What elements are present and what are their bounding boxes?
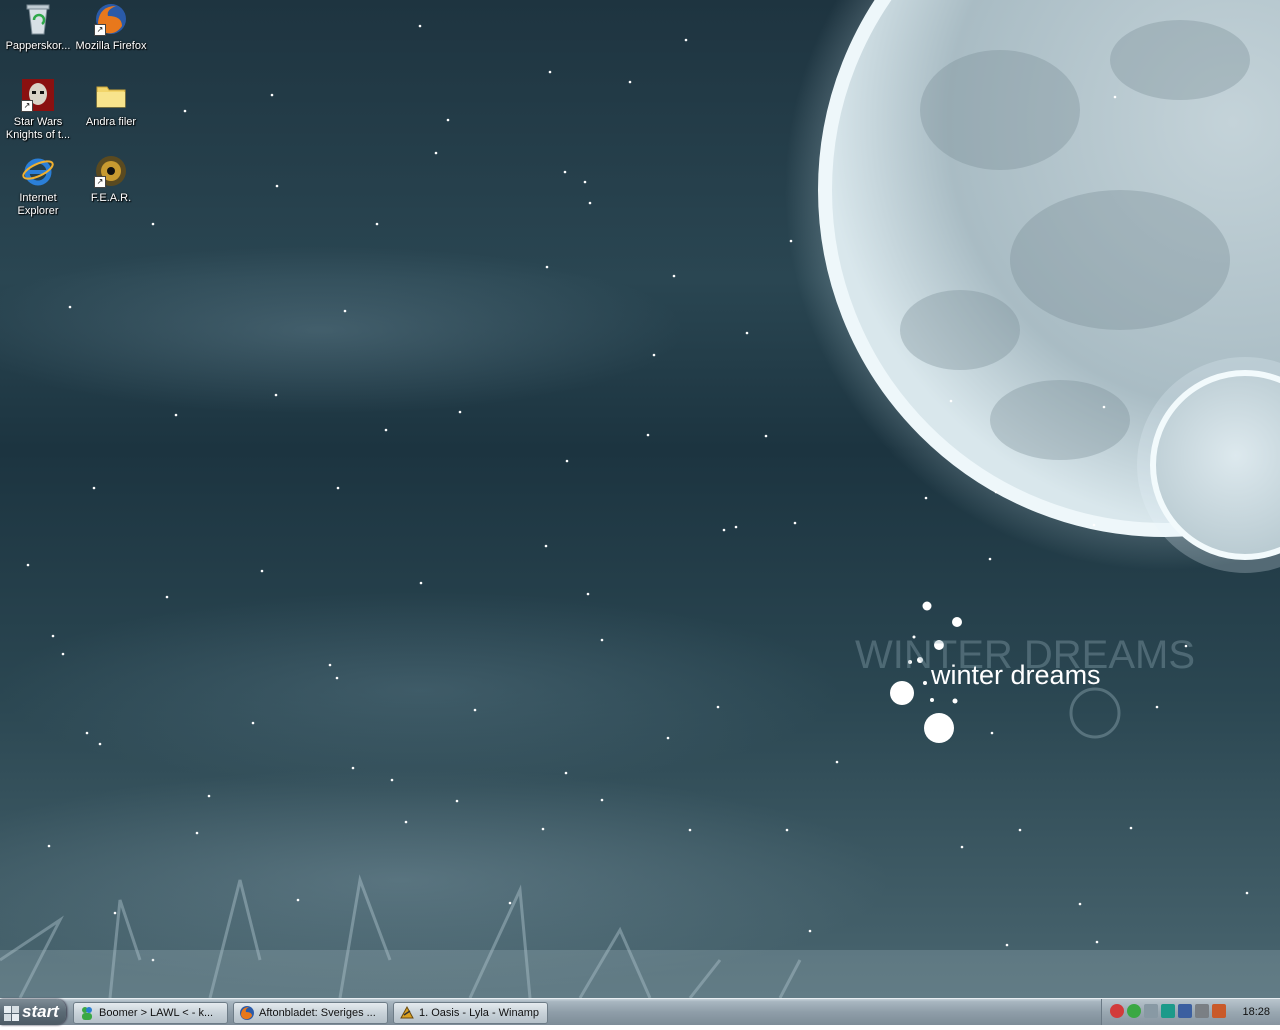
fear-game-icon: ↗: [94, 154, 128, 188]
firefox-icon: ↗: [94, 2, 128, 36]
antivirus-tray-icon[interactable]: [1110, 1004, 1124, 1018]
shortcut-arrow-icon: ↗: [21, 100, 33, 112]
folder-icon: [94, 78, 128, 112]
star-wars-game-icon: ↗: [21, 78, 55, 112]
desktop-icon-label: Andra filer: [85, 116, 137, 128]
firefox-icon: [239, 1005, 255, 1021]
msn-messenger-icon: [79, 1005, 95, 1021]
recycle-bin-icon: [21, 2, 55, 36]
taskbar: start Boomer > LAWL < - k... Aftonbladet…: [0, 998, 1280, 1025]
taskbar-item-aftonbladet[interactable]: Aftonbladet: Sveriges ...: [233, 1002, 388, 1024]
desktop-icon-label: Papperskor...: [5, 40, 71, 52]
clock[interactable]: 18:28: [1242, 999, 1270, 1025]
taskbar-item-label: Boomer > LAWL < - k...: [99, 1007, 214, 1019]
windows-flag-icon: [4, 1004, 20, 1030]
desktop-icon-star-wars-kotor[interactable]: ↗ Star Wars Knights of t...: [0, 78, 76, 142]
desktop-icon-label: Mozilla Firefox: [75, 40, 147, 52]
desktop[interactable]: WINTER DREAMS winter dreams Papperskor..…: [0, 0, 1280, 998]
winamp-icon: [399, 1005, 415, 1021]
shortcut-arrow-icon: ↗: [94, 176, 106, 188]
monitor-tray-icon[interactable]: [1178, 1004, 1192, 1018]
msn-tray-icon[interactable]: [1127, 1004, 1141, 1018]
security-tray-icon[interactable]: [1212, 1004, 1226, 1018]
desktop-icon-label: Star Wars Knights of t...: [5, 116, 71, 141]
taskbar-item-label: 1. Oasis - Lyla - Winamp: [419, 1007, 540, 1019]
desktop-icon-fear[interactable]: ↗ F.E.A.R.: [73, 154, 149, 205]
desktop-icon-recycle-bin[interactable]: Papperskor...: [0, 2, 76, 53]
desktop-icon-internet-explorer[interactable]: Internet Explorer: [0, 154, 76, 218]
speaker-tray-icon[interactable]: [1195, 1004, 1209, 1018]
taskbar-item-label: Aftonbladet: Sveriges ...: [259, 1007, 376, 1019]
network-tray-icon[interactable]: [1144, 1004, 1158, 1018]
wallpaper: WINTER DREAMS winter dreams: [0, 0, 1280, 998]
start-label: start: [22, 1002, 59, 1021]
desktop-icon-andra-filer[interactable]: Andra filer: [73, 78, 149, 129]
internet-explorer-icon: [21, 154, 55, 188]
wallpaper-title: winter dreams: [930, 660, 1101, 690]
system-tray: 18:28: [1101, 999, 1280, 1025]
desktop-icon-mozilla-firefox[interactable]: ↗ Mozilla Firefox: [73, 2, 149, 53]
start-button[interactable]: start: [0, 999, 66, 1025]
desktop-icon-label: F.E.A.R.: [90, 192, 132, 204]
shortcut-arrow-icon: ↗: [94, 24, 106, 36]
app-tray-icon[interactable]: [1161, 1004, 1175, 1018]
taskbar-item-winamp[interactable]: 1. Oasis - Lyla - Winamp: [393, 1002, 548, 1024]
desktop-icon-label: Internet Explorer: [17, 192, 59, 217]
taskbar-item-msn-chat[interactable]: Boomer > LAWL < - k...: [73, 1002, 228, 1024]
